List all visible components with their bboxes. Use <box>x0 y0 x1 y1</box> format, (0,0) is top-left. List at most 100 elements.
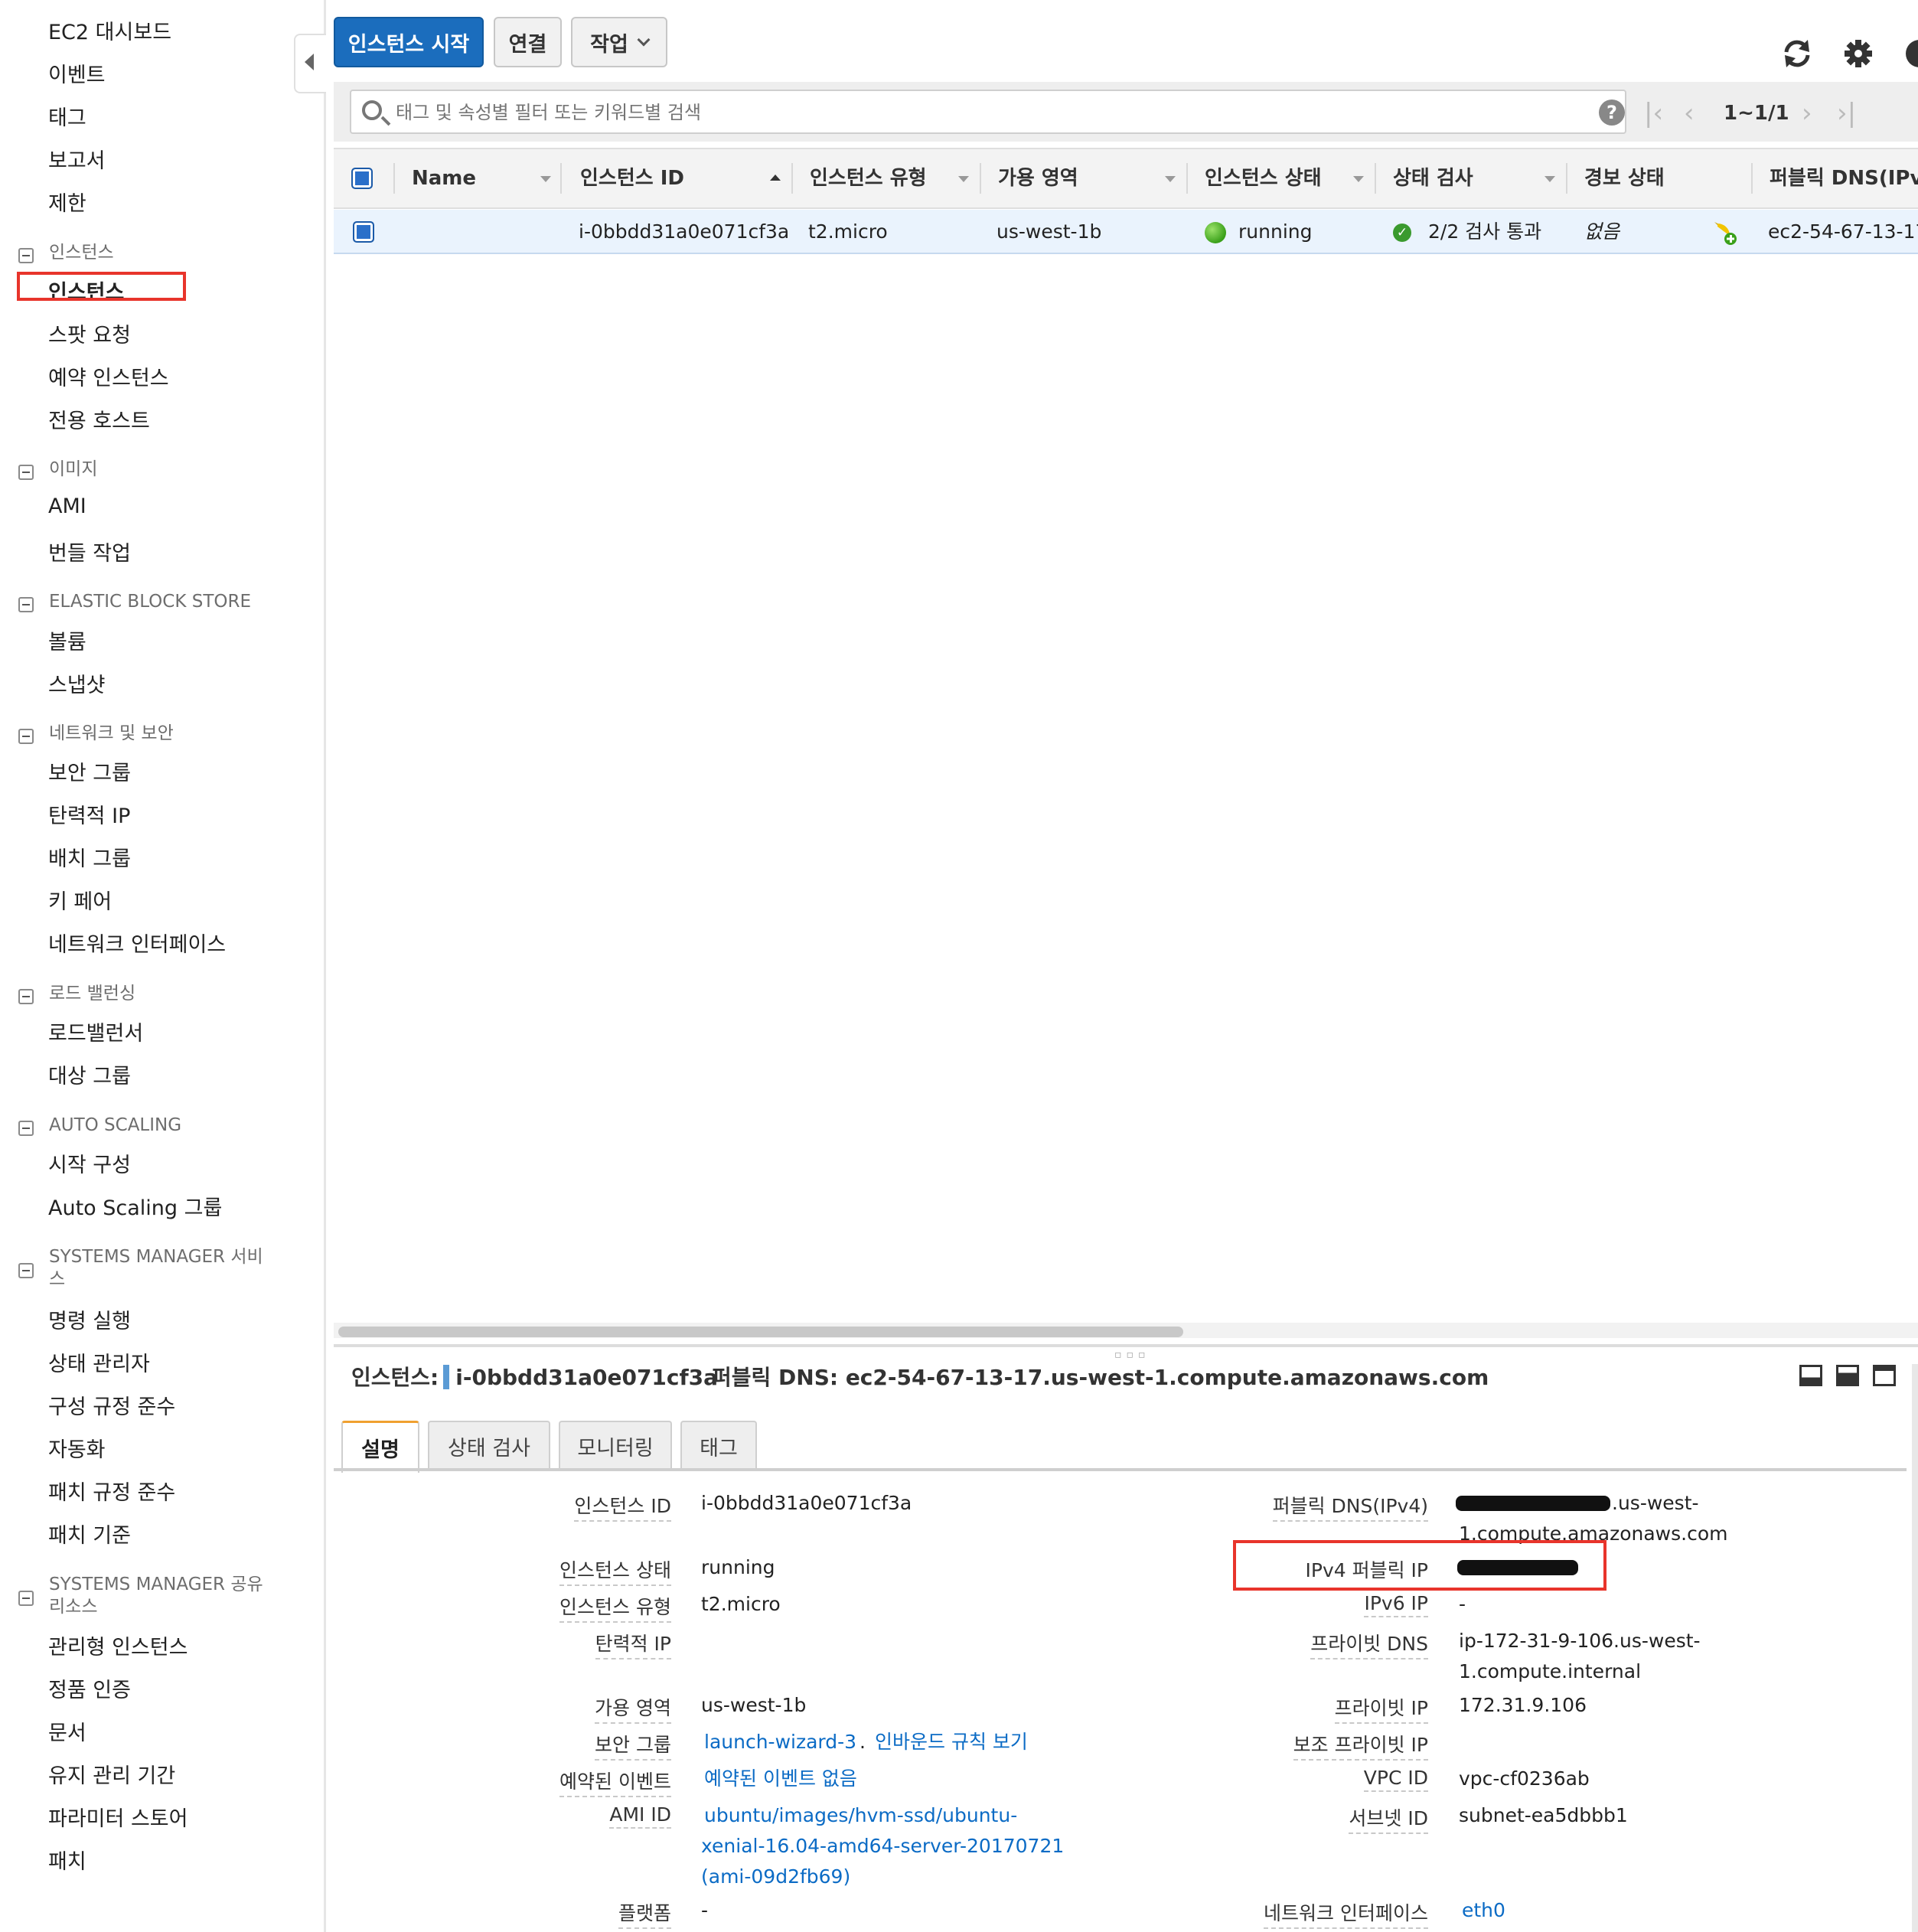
launch-instance-button[interactable]: 인스턴스 시작 <box>334 17 484 67</box>
sidebar-item-activations[interactable]: 정품 인증 <box>48 1673 131 1703</box>
column-header-name[interactable]: Name <box>412 149 476 207</box>
value-ami-id-line3[interactable]: (ami-09d2fb69) <box>701 1862 850 1891</box>
next-page-icon[interactable]: › <box>1802 98 1812 129</box>
cell-public-dns: ec2-54-67-13-17. <box>1768 220 1918 243</box>
sidebar-item-documents[interactable]: 문서 <box>48 1716 86 1746</box>
create-alarm-icon[interactable] <box>1710 217 1739 246</box>
sidebar-item-ami[interactable]: AMI <box>48 494 86 518</box>
sidebar-item-managed-instances[interactable]: 관리형 인스턴스 <box>48 1630 188 1660</box>
label-network-interfaces: 네트워크 인터페이스 <box>1264 1898 1428 1929</box>
column-header-alarm-status[interactable]: 경보 상태 <box>1584 149 1665 207</box>
tab-tags[interactable]: 태그 <box>680 1421 757 1470</box>
value-ami-id-line2[interactable]: xenial-16.04-amd64-server-20170721 <box>701 1831 1064 1861</box>
column-header-availability-zone[interactable]: 가용 영역 <box>998 149 1078 207</box>
tab-description[interactable]: 설명 <box>341 1421 419 1473</box>
panel-small-view-icon[interactable] <box>1799 1365 1822 1386</box>
connect-button[interactable]: 연결 <box>494 17 562 67</box>
value-availability-zone: us-west-1b <box>701 1694 807 1716</box>
label-security-groups: 보안 그룹 <box>595 1730 671 1761</box>
panel-maximize-icon[interactable] <box>1873 1365 1896 1386</box>
column-header-instance-state[interactable]: 인스턴스 상태 <box>1205 149 1322 207</box>
panel-medium-view-icon[interactable] <box>1836 1365 1859 1386</box>
last-page-icon[interactable]: ›| <box>1837 98 1856 129</box>
sidebar-item-run-command[interactable]: 명령 실행 <box>48 1304 131 1334</box>
sidebar-item-patch-compliance[interactable]: 패치 규정 준수 <box>48 1476 175 1506</box>
sidebar-item-network-interfaces[interactable]: 네트워크 인터페이스 <box>48 928 226 958</box>
collapse-toggle-icon[interactable] <box>18 1121 34 1136</box>
collapse-toggle-icon[interactable] <box>18 1263 34 1278</box>
sidebar-item-limits[interactable]: 제한 <box>48 187 86 217</box>
collapse-toggle-icon[interactable] <box>18 597 34 612</box>
sidebar-item-volumes[interactable]: 볼륨 <box>48 625 86 655</box>
highlight-box-ipv4 <box>1233 1540 1606 1591</box>
view-inbound-rules-link[interactable]: 인바운드 규칙 보기 <box>875 1731 1028 1753</box>
row-checkbox[interactable] <box>353 221 374 243</box>
label-vpc-id: VPC ID <box>1363 1767 1428 1792</box>
tab-status-checks[interactable]: 상태 검사 <box>428 1421 550 1470</box>
tab-monitoring[interactable]: 모니터링 <box>559 1421 672 1470</box>
scrollbar-thumb[interactable] <box>338 1327 1183 1337</box>
collapse-toggle-icon[interactable] <box>18 989 34 1004</box>
sidebar-item-maintenance-windows[interactable]: 유지 관리 기간 <box>48 1759 175 1789</box>
sidebar-item-patch-baselines[interactable]: 패치 기준 <box>48 1519 131 1549</box>
column-header-instance-id[interactable]: 인스턴스 ID <box>580 149 684 207</box>
sidebar-item-target-groups[interactable]: 대상 그룹 <box>48 1059 131 1089</box>
sidebar-item-snapshots[interactable]: 스냅샷 <box>48 668 106 698</box>
first-page-icon[interactable]: |‹ <box>1644 98 1663 129</box>
sidebar-item-launch-configurations[interactable]: 시작 구성 <box>48 1148 131 1178</box>
collapse-toggle-icon[interactable] <box>18 1591 34 1606</box>
select-all-checkbox[interactable] <box>351 168 373 189</box>
sidebar-item-bundle-tasks[interactable]: 번들 작업 <box>48 537 131 566</box>
redaction-mark <box>1456 1496 1610 1511</box>
sidebar-item-reports[interactable]: 보고서 <box>48 144 106 174</box>
collapse-toggle-icon[interactable] <box>18 729 34 744</box>
sidebar-item-configuration-compliance[interactable]: 구성 규정 준수 <box>48 1390 175 1420</box>
sidebar-item-auto-scaling-groups[interactable]: Auto Scaling 그룹 <box>48 1191 222 1221</box>
vertical-scrollbar[interactable] <box>1912 1364 1918 1932</box>
value-network-interfaces[interactable]: eth0 <box>1462 1895 1505 1925</box>
sidebar-item-state-manager[interactable]: 상태 관리자 <box>48 1347 150 1377</box>
sidebar-item-automation[interactable]: 자동화 <box>48 1433 106 1463</box>
actions-dropdown-button[interactable]: 작업 <box>571 17 667 67</box>
sidebar-item-tags[interactable]: 태그 <box>48 101 86 131</box>
value-instance-type: t2.micro <box>701 1593 781 1615</box>
sidebar-item-patches[interactable]: 패치 <box>48 1845 86 1875</box>
label-instance-id: 인스턴스 ID <box>574 1491 671 1522</box>
value-public-dns-line1: .us-west- <box>1612 1492 1699 1514</box>
value-ami-id-line1[interactable]: ubuntu/images/hvm-ssd/ubuntu- <box>704 1800 1017 1830</box>
value-platform: - <box>701 1899 709 1921</box>
panel-splitter[interactable] <box>334 1344 1918 1347</box>
collapse-toggle-icon[interactable] <box>18 465 34 480</box>
collapse-toggle-icon[interactable] <box>18 248 34 263</box>
column-header-status-checks[interactable]: 상태 검사 <box>1393 149 1473 207</box>
gear-icon[interactable] <box>1841 37 1875 70</box>
label-instance-state: 인스턴스 상태 <box>559 1555 671 1586</box>
value-ipv6-ip: - <box>1459 1593 1466 1615</box>
table-row[interactable]: i-0bbdd31a0e071cf3a t2.micro us-west-1b … <box>334 210 1918 254</box>
value-scheduled-events[interactable]: 예약된 이벤트 없음 <box>704 1764 857 1793</box>
sidebar-item-elastic-ips[interactable]: 탄력적 IP <box>48 799 130 829</box>
sidebar-item-dedicated-hosts[interactable]: 전용 호스트 <box>48 404 150 434</box>
sidebar-item-spot-requests[interactable]: 스팟 요청 <box>48 318 131 348</box>
sidebar-item-ec2-dashboard[interactable]: EC2 대시보드 <box>48 15 171 45</box>
search-help-icon[interactable]: ? <box>1599 100 1625 126</box>
prev-page-icon[interactable]: ‹ <box>1684 98 1695 129</box>
help-icon[interactable] <box>1903 37 1918 70</box>
search-input[interactable] <box>396 97 1544 128</box>
sidebar-collapse-button[interactable] <box>294 34 326 93</box>
sidebar-item-placement-groups[interactable]: 배치 그룹 <box>48 842 131 872</box>
drag-handle-icon[interactable]: ▫▫▫ <box>1114 1349 1150 1361</box>
cell-instance-id: i-0bbdd31a0e071cf3a <box>579 220 790 243</box>
refresh-icon[interactable] <box>1780 37 1814 70</box>
sidebar-item-security-groups[interactable]: 보안 그룹 <box>48 756 131 786</box>
column-header-instance-type[interactable]: 인스턴스 유형 <box>810 149 927 207</box>
sidebar-item-key-pairs[interactable]: 키 페어 <box>48 885 112 915</box>
sidebar-item-events[interactable]: 이벤트 <box>48 58 106 88</box>
sidebar-item-reserved-instances[interactable]: 예약 인스턴스 <box>48 361 169 391</box>
column-header-public-dns[interactable]: 퍼블릭 DNS(IPv4) <box>1770 149 1918 207</box>
chevron-down-icon <box>637 33 651 47</box>
security-group-link[interactable]: launch-wizard-3 <box>704 1731 856 1753</box>
sidebar-item-parameter-store[interactable]: 파라미터 스토어 <box>48 1802 188 1832</box>
sidebar-item-load-balancers[interactable]: 로드밸런서 <box>48 1017 143 1046</box>
label-private-dns: 프라이빗 DNS <box>1310 1629 1428 1659</box>
